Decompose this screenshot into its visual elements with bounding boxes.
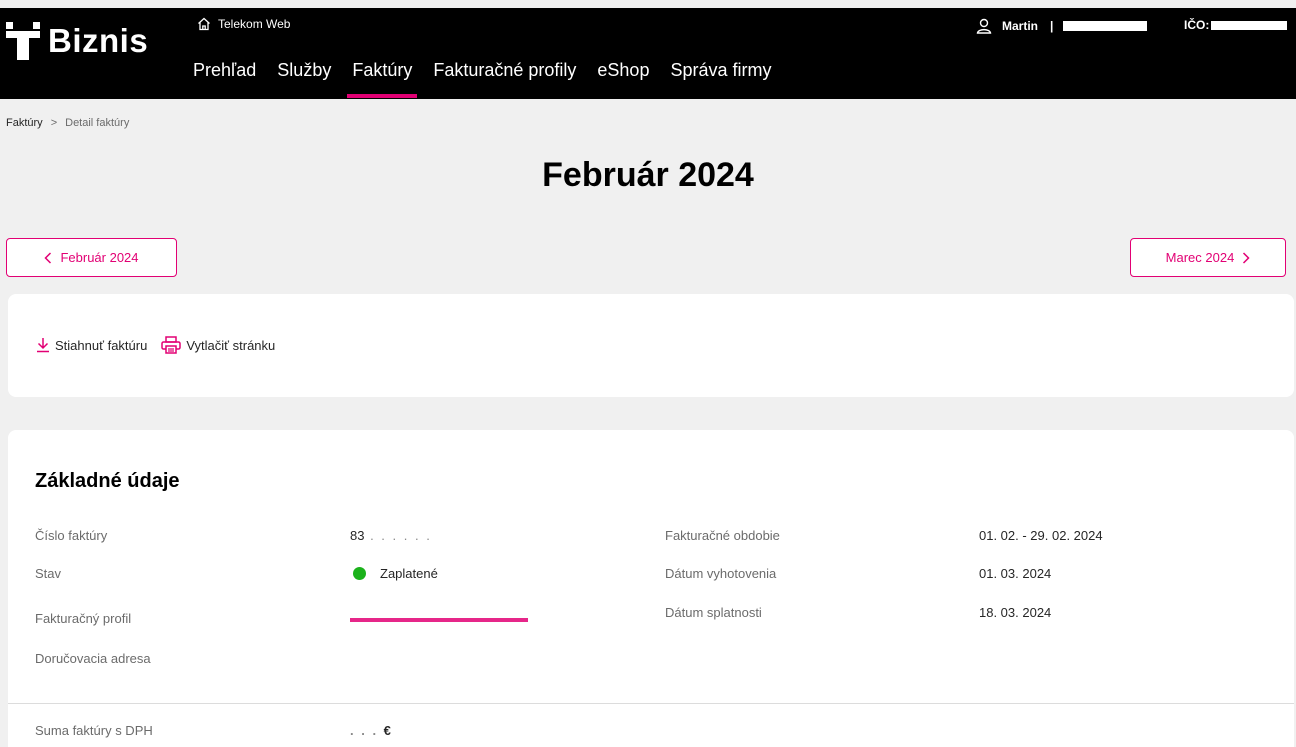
billing-period-label: Fakturačné obdobie: [665, 528, 780, 543]
basic-info-card: Základné údaje Číslo faktúry 83 . . . . …: [8, 430, 1294, 747]
next-invoice-button[interactable]: Marec 2024: [1130, 238, 1286, 277]
due-date-value: 18. 03. 2024: [979, 605, 1052, 620]
invoice-number-value: 83 . . . . . .: [350, 528, 432, 543]
telekom-web-link[interactable]: Telekom Web: [197, 17, 290, 31]
issue-date-label: Dátum vyhotovenia: [665, 566, 777, 581]
download-invoice-label: Stiahnuť faktúru: [55, 337, 148, 353]
company-id-selector[interactable]: IČO:: [1184, 18, 1296, 32]
total-label: Suma faktúry s DPH: [35, 723, 153, 738]
section-divider: [8, 703, 1294, 704]
billing-profile-link[interactable]: [350, 611, 528, 626]
invoice-actions: Stiahnuť faktúru Vytlačiť stránku: [36, 336, 275, 354]
invoice-number-label: Číslo faktúry: [35, 528, 108, 543]
nav-eshop[interactable]: eShop: [597, 60, 649, 98]
actions-card: Stiahnuť faktúru Vytlačiť stránku: [8, 294, 1294, 397]
top-header: Biznis Telekom Web Prehľad Služby Faktúr…: [0, 8, 1296, 99]
nav-prehlad[interactable]: Prehľad: [193, 60, 256, 98]
breadcrumb-separator: >: [50, 117, 58, 129]
breadcrumb-current: Detail faktúry: [65, 117, 130, 129]
issue-date-value: 01. 03. 2024: [979, 566, 1052, 581]
nav-faktury[interactable]: Faktúry: [347, 60, 418, 98]
status-value: Zaplatené: [353, 566, 438, 581]
main-nav: Prehľad Služby Faktúry Fakturačné profil…: [193, 60, 793, 98]
telekom-web-label: Telekom Web: [218, 17, 291, 31]
home-icon: [198, 17, 210, 31]
billing-period-value: 01. 02. - 29. 02. 2024: [979, 528, 1103, 543]
delivery-address-label: Doručovacia adresa: [35, 651, 151, 666]
due-date-label: Dátum splatnosti: [665, 605, 762, 620]
ico-label: IČO:: [1184, 18, 1210, 32]
download-icon: [37, 338, 49, 353]
previous-invoice-button[interactable]: Február 2024: [6, 238, 177, 277]
chevron-left-icon: [44, 251, 52, 264]
status-paid-indicator: [353, 567, 366, 580]
user-separator: |: [1050, 19, 1054, 33]
breadcrumb-faktury[interactable]: Faktúry: [6, 117, 43, 129]
nav-sprava-firmy[interactable]: Správa firmy: [670, 60, 771, 98]
nav-fakturacne-profily[interactable]: Fakturačné profily: [433, 60, 576, 98]
redacted-company-id: [1211, 20, 1288, 30]
section-title: Základné údaje: [35, 470, 180, 492]
print-page-label: Vytlačiť stránku: [186, 337, 276, 353]
print-page-button[interactable]: Vytlačiť stránku: [161, 336, 275, 354]
total-value: . . . €: [350, 723, 391, 738]
user-menu[interactable]: Martin |: [976, 18, 1148, 34]
user-name: Martin: [1002, 19, 1038, 33]
previous-invoice-label: Február 2024: [60, 250, 139, 265]
printer-icon: [161, 336, 182, 354]
redacted-company-name: [1063, 21, 1148, 31]
next-invoice-label: Marec 2024: [1165, 250, 1235, 265]
nav-sluzby[interactable]: Služby: [277, 60, 331, 98]
telekom-t-icon: [6, 22, 40, 60]
download-invoice-button[interactable]: Stiahnuť faktúru: [36, 336, 147, 354]
chevron-right-icon: [1243, 251, 1250, 264]
telekom-biznis-logo[interactable]: Biznis: [6, 22, 148, 60]
status-label: Stav: [35, 566, 62, 581]
billing-profile-label: Fakturačný profil: [35, 611, 132, 626]
breadcrumb: Faktúry > Detail faktúry: [6, 117, 129, 129]
brand-name: Biznis: [48, 22, 149, 59]
page-title: Február 2024: [542, 156, 754, 194]
user-icon: [976, 18, 992, 34]
